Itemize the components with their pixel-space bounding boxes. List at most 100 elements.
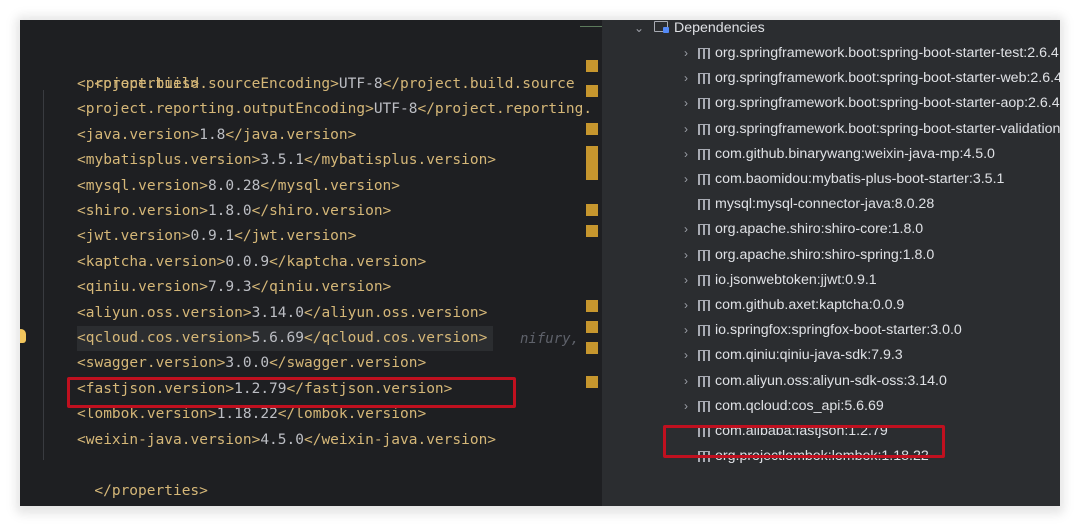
- properties-close-tag: </properties>: [42, 454, 208, 499]
- dependency-item[interactable]: › org.springframework.boot:spring-boot-st…: [602, 117, 1060, 142]
- xml-open-tag: <mybatisplus.version>: [77, 152, 261, 169]
- xml-open-tag: <java.version>: [77, 126, 200, 143]
- indent-guide: [43, 90, 44, 460]
- dependency-label: io.jsonwebtoken:jjwt:0.9.1: [715, 271, 877, 288]
- chevron-right-icon[interactable]: ›: [680, 167, 692, 192]
- fastjson-version-highlight: [67, 377, 516, 408]
- code-line: <qiniu.version>7.9.3</qiniu.version>: [77, 275, 391, 300]
- xml-value: 5.6.69: [251, 330, 304, 346]
- gutter-change-line: [580, 26, 602, 27]
- dependency-item[interactable]: › com.github.axet:kaptcha:0.0.9: [602, 293, 1060, 318]
- dependency-item[interactable]: › org.springframework.boot:spring-boot-st…: [602, 41, 1060, 66]
- chevron-right-icon[interactable]: ›: [680, 217, 692, 242]
- root-close-tag-text: </properties>: [94, 483, 208, 499]
- dependency-label: com.github.binarywang:weixin-java-mp:4.5…: [715, 145, 995, 162]
- dependency-item[interactable]: › com.aliyun.oss:aliyun-sdk-oss:3.14.0: [602, 369, 1060, 394]
- library-icon: [698, 274, 710, 286]
- gutter-change-marker[interactable]: [586, 85, 598, 97]
- chevron-right-icon[interactable]: ›: [680, 369, 692, 394]
- folder-icon: [654, 21, 669, 33]
- dependency-label: org.springframework.boot:spring-boot-sta…: [715, 95, 1060, 112]
- library-icon: [698, 224, 710, 236]
- code-line: <aliyun.oss.version>3.14.0</aliyun.oss.v…: [77, 301, 487, 326]
- code-line: <swagger.version>3.0.0</swagger.version>: [77, 351, 426, 376]
- xml-open-tag: <project.reporting.outputEncoding>: [77, 101, 374, 118]
- gutter-change-marker[interactable]: [586, 204, 598, 216]
- gutter-change-marker[interactable]: [586, 225, 598, 237]
- xml-open-tag: <kaptcha.version>: [77, 253, 226, 270]
- xml-value: 0.9.1: [190, 228, 235, 245]
- ide-window: <properties> <project.build.sourceEncodi…: [20, 20, 1060, 506]
- gutter-change-marker[interactable]: [586, 300, 598, 312]
- dependency-item[interactable]: › org.apache.shiro:shiro-spring:1.8.0: [602, 243, 1060, 268]
- gutter-change-marker[interactable]: [586, 321, 598, 333]
- chevron-right-icon[interactable]: ›: [680, 41, 692, 66]
- code-editor[interactable]: <properties> <project.build.sourceEncodi…: [20, 20, 602, 506]
- xml-value: 1.18.22: [216, 406, 278, 423]
- dependency-item[interactable]: › com.baomidou:mybatis-plus-boot-starter:…: [602, 167, 1060, 192]
- dependency-label: org.springframework.boot:spring-boot-sta…: [715, 45, 1059, 61]
- xml-value: 0.0.9: [225, 253, 270, 270]
- xml-close-tag: </shiro.version>: [251, 203, 392, 219]
- xml-value: 7.9.3: [207, 279, 252, 296]
- library-icon: [698, 325, 710, 337]
- chevron-right-icon[interactable]: ›: [680, 268, 692, 293]
- code-line: <shiro.version>1.8.0</shiro.version>: [77, 199, 391, 224]
- dependency-item[interactable]: mysql:mysql-connector-java:8.0.28: [602, 192, 1060, 217]
- chevron-right-icon[interactable]: ›: [680, 66, 692, 91]
- code-line: <project.reporting.outputEncoding>UTF-8<…: [77, 97, 592, 122]
- chevron-right-icon[interactable]: ›: [680, 117, 692, 142]
- properties-open-tag: <properties>: [42, 47, 199, 92]
- dependency-item[interactable]: › com.github.binarywang:weixin-java-mp:4.…: [602, 142, 1060, 167]
- dependency-label: com.github.axet:kaptcha:0.0.9: [715, 297, 905, 313]
- gutter-change-marker[interactable]: [586, 146, 598, 180]
- chevron-right-icon[interactable]: ›: [680, 394, 692, 419]
- chevron-down-icon[interactable]: ⌄: [633, 20, 645, 41]
- dependency-item[interactable]: › com.qiniu:qiniu-java-sdk:7.9.3: [602, 343, 1060, 368]
- dependency-label: org.apache.shiro:shiro-core:1.8.0: [715, 221, 924, 238]
- xml-close-tag: </project.reporting.: [417, 101, 593, 118]
- chevron-right-icon[interactable]: ›: [680, 343, 692, 368]
- chevron-right-icon[interactable]: ›: [680, 91, 692, 116]
- tree-root-dependencies[interactable]: ⌄ Dependencies: [602, 20, 1060, 41]
- dependency-item[interactable]: › org.springframework.boot:spring-boot-st…: [602, 66, 1060, 91]
- xml-close-tag: </qiniu.version>: [251, 279, 392, 296]
- library-icon: [698, 249, 710, 261]
- dependency-item[interactable]: › org.springframework.boot:spring-boot-st…: [602, 91, 1060, 116]
- dependency-item[interactable]: › io.jsonwebtoken:jjwt:0.9.1: [602, 268, 1060, 293]
- xml-close-tag: </jwt.version>: [234, 228, 357, 245]
- chevron-right-icon[interactable]: ›: [680, 293, 692, 318]
- code-line: <kaptcha.version>0.0.9</kaptcha.version>: [77, 250, 426, 275]
- library-icon: [698, 123, 710, 135]
- xml-close-tag: </java.version>: [225, 126, 357, 143]
- gutter-change-marker[interactable]: [586, 376, 598, 388]
- chevron-right-icon[interactable]: ›: [680, 243, 692, 268]
- xml-open-tag: <qiniu.version>: [77, 279, 208, 296]
- dependency-item[interactable]: › io.springfox:springfox-boot-starter:3.0…: [602, 318, 1060, 343]
- lightbulb-icon[interactable]: [20, 329, 26, 343]
- library-icon: [698, 300, 710, 311]
- gutter-change-marker[interactable]: [586, 123, 598, 135]
- xml-close-tag: </swagger.version>: [269, 355, 427, 372]
- gutter-change-marker[interactable]: [586, 60, 598, 72]
- chevron-right-icon[interactable]: ›: [680, 142, 692, 167]
- xml-value: 1.8: [199, 126, 226, 143]
- code-line: <qcloud.cos.version>5.6.69</qcloud.cos.v…: [77, 326, 494, 351]
- library-icon: [698, 48, 710, 59]
- xml-open-tag: <weixin-java.version>: [77, 431, 261, 448]
- dependency-item[interactable]: › com.qcloud:cos_api:5.6.69: [602, 394, 1060, 419]
- library-icon: [698, 199, 710, 211]
- xml-value: 8.0.28: [207, 177, 261, 194]
- library-icon: [698, 174, 710, 185]
- gutter-change-marker[interactable]: [586, 342, 598, 354]
- xml-close-tag: </weixin-java.version>: [303, 431, 497, 448]
- library-icon: [698, 350, 710, 362]
- xml-value: 3.14.0: [251, 304, 304, 321]
- xml-open-tag: <aliyun.oss.version>: [77, 304, 252, 321]
- maven-dependencies-tree[interactable]: ⌄ Dependencies › org.springframework.boot…: [602, 20, 1060, 506]
- dependency-item[interactable]: › org.apache.shiro:shiro-core:1.8.0: [602, 217, 1060, 242]
- library-icon: [698, 98, 710, 110]
- xml-open-tag: <qcloud.cos.version>: [77, 330, 252, 346]
- dependency-label: mysql:mysql-connector-java:8.0.28: [715, 196, 935, 213]
- chevron-right-icon[interactable]: ›: [680, 318, 692, 343]
